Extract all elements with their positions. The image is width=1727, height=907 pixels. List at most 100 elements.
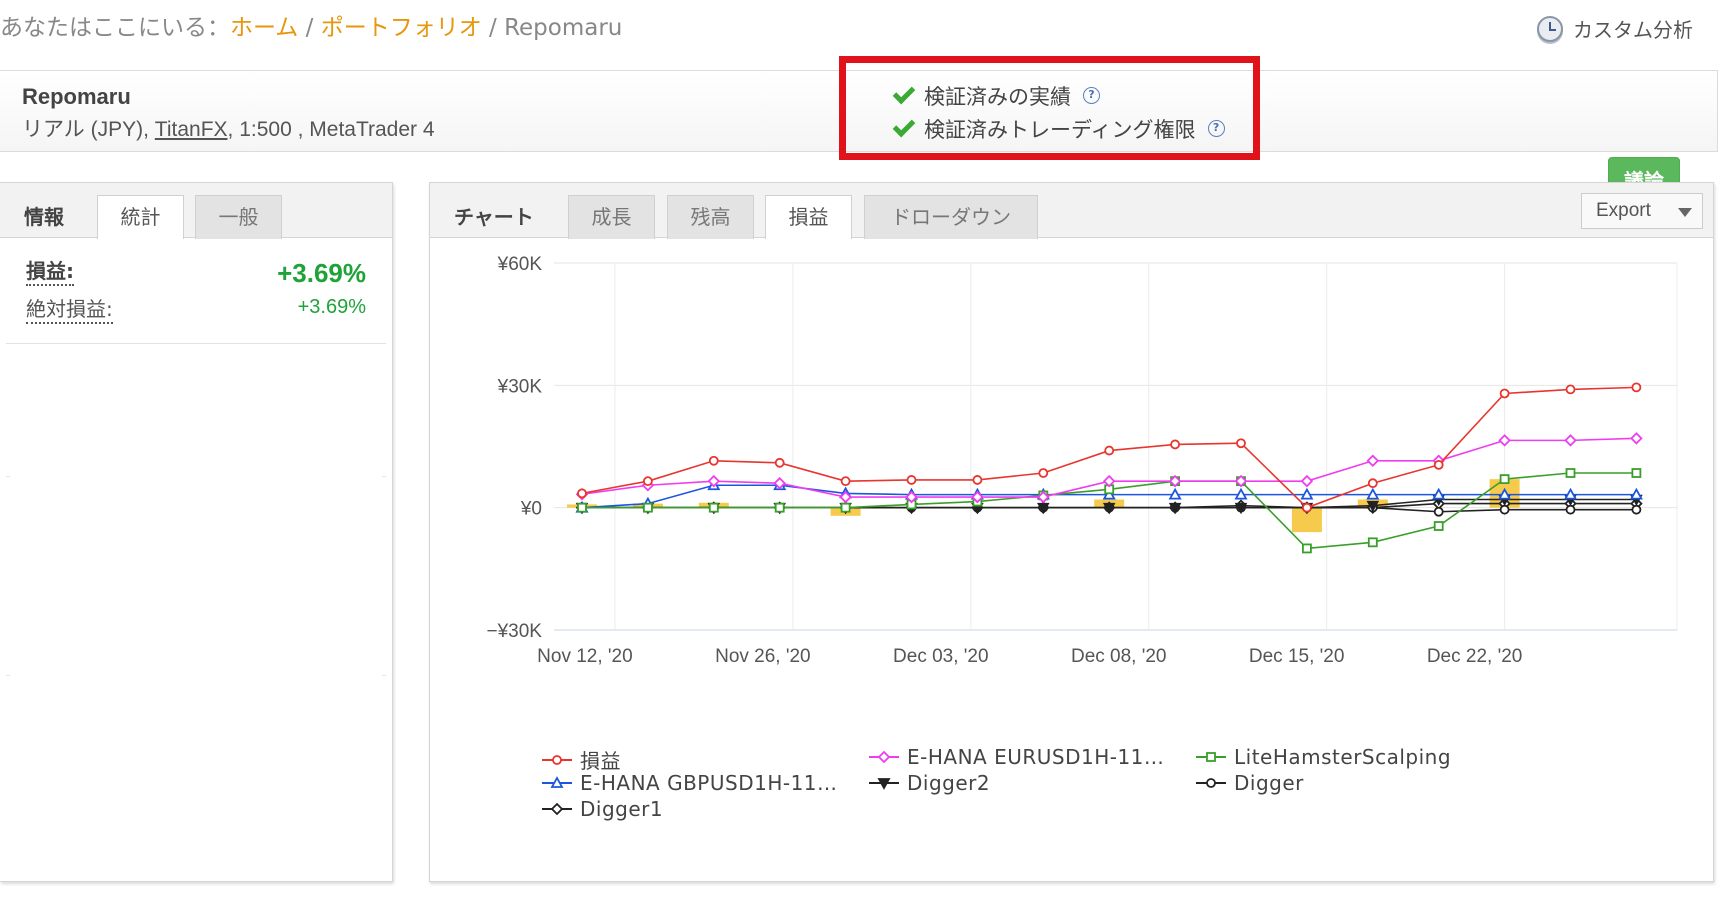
tab-general[interactable]: 一般 — [195, 195, 282, 239]
data-point — [1565, 468, 1576, 478]
data-point — [1367, 537, 1378, 548]
legend-item[interactable]: LiteHamsterScalping — [1196, 745, 1451, 769]
legend-marker — [877, 778, 891, 790]
data-point — [1631, 468, 1642, 478]
x-tick-label: Nov 12, '20 — [537, 646, 633, 667]
data-point — [1564, 434, 1577, 447]
legend-label: E-HANA GBPUSD1H-11… — [580, 771, 838, 795]
data-point — [1432, 487, 1446, 500]
data-point — [1302, 502, 1312, 513]
data-point — [1631, 504, 1642, 515]
stat-label[interactable]: 絶対損益: — [26, 296, 113, 324]
x-tick-label: Dec 15, '20 — [1249, 646, 1345, 667]
data-point — [1498, 434, 1511, 447]
clock-icon — [1537, 15, 1563, 42]
account-type: リアル (JPY), — [22, 118, 155, 141]
legend-label: Digger — [1234, 771, 1304, 795]
data-point — [708, 455, 719, 466]
custom-analysis-label: カスタム分析 — [1573, 18, 1693, 42]
breadcrumb-separator: / — [489, 15, 497, 41]
data-point — [1565, 384, 1576, 395]
stat-row-profit: 損益: +3.69% — [0, 258, 392, 296]
legend-symbol — [1196, 778, 1226, 788]
data-point — [972, 475, 983, 485]
account-details: リアル (JPY), TitanFX, 1:500 , MetaTrader 4 — [22, 113, 435, 143]
data-point — [1168, 487, 1182, 500]
legend-marker — [877, 750, 891, 764]
stat-value: +3.69% — [277, 258, 366, 288]
data-point — [642, 476, 653, 487]
stat-label[interactable]: 損益: — [26, 258, 74, 286]
data-point — [1629, 487, 1643, 500]
divider — [6, 675, 10, 676]
broker-link[interactable]: TitanFX — [155, 118, 228, 141]
data-point — [774, 457, 785, 468]
data-point — [642, 502, 653, 513]
legend-symbol — [869, 750, 899, 764]
data-point — [1170, 439, 1180, 450]
data-point — [774, 502, 785, 513]
legend-item[interactable]: 損益 — [542, 745, 621, 774]
x-tick-label: Dec 03, '20 — [893, 646, 989, 667]
account-name: Repomaru — [22, 84, 131, 109]
legend-marker — [1206, 778, 1216, 788]
legend-marker — [552, 754, 562, 765]
breadcrumb: あなたはここにいる：ホーム / ポートフォリオ / Repomaru — [0, 8, 622, 42]
stat-row-absolute-profit: 絶対損益: +3.69% — [0, 296, 392, 334]
chart-panel: チャート 成長 残高 損益 ドローダウン Export ¥60K ¥30K ¥0 −¥… — [429, 182, 1714, 882]
legend-item[interactable]: Digger2 — [869, 771, 990, 795]
legend-marker — [550, 776, 564, 788]
y-tick-label: ¥60K — [497, 254, 543, 275]
legend-label: E-HANA EURUSD1H-11… — [907, 745, 1165, 769]
data-point — [1499, 504, 1510, 515]
info-panel-header: 情報 統計 一般 — [0, 183, 392, 239]
legend-item[interactable]: E-HANA GBPUSD1H-11… — [542, 771, 838, 795]
data-point — [906, 475, 917, 485]
data-point — [1234, 487, 1248, 500]
divider — [382, 675, 386, 676]
data-point — [1366, 454, 1380, 468]
data-point — [1565, 504, 1576, 515]
stat-value: +3.69% — [297, 296, 366, 318]
info-panel: 情報 統計 一般 損益: +3.69% 絶対損益: +3.69% — [0, 182, 393, 882]
legend-symbol — [542, 776, 572, 788]
divider — [6, 476, 10, 477]
breadcrumb-separator: / — [305, 15, 314, 41]
y-tick-label: −¥30K — [487, 621, 543, 642]
x-tick-label: Nov 26, '20 — [715, 646, 811, 667]
tab-stats[interactable]: 統計 — [97, 195, 184, 239]
legend-label: Digger2 — [907, 771, 991, 795]
data-point — [1433, 521, 1444, 531]
legend-item[interactable]: Digger1 — [542, 797, 663, 821]
y-tick-label: ¥30K — [497, 376, 543, 397]
data-point — [1367, 478, 1378, 489]
data-point — [1038, 468, 1049, 478]
legend-marker — [1206, 752, 1216, 762]
legend-symbol — [542, 754, 572, 765]
profit-chart: ¥60K ¥30K ¥0 −¥30K Nov 12, '20 Nov 26, '20 Dec… — [487, 254, 1678, 667]
legend-marker — [550, 802, 564, 816]
x-tick-label: Dec 22, '20 — [1427, 646, 1523, 667]
data-point — [577, 488, 587, 499]
data-point — [577, 502, 587, 513]
custom-analysis-link[interactable]: カスタム分析 — [1537, 14, 1693, 43]
x-tick-label: Dec 08, '20 — [1071, 646, 1167, 667]
data-point — [1631, 382, 1642, 393]
highlight-box — [839, 56, 1260, 160]
y-tick-label: ¥0 — [520, 499, 542, 520]
data-point — [1499, 388, 1510, 399]
data-point — [840, 476, 851, 487]
legend-label: LiteHamsterScalping — [1234, 745, 1452, 769]
legend-item[interactable]: Digger — [1196, 771, 1304, 795]
breadcrumb-prefix: あなたはここにいる： — [0, 15, 230, 41]
data-point — [1302, 543, 1312, 554]
data-point — [1563, 487, 1578, 500]
data-point — [708, 502, 719, 513]
legend-item[interactable]: E-HANA EURUSD1H-11… — [869, 745, 1164, 769]
breadcrumb-home-link[interactable]: ホーム — [230, 15, 298, 41]
legend-symbol — [1196, 752, 1226, 762]
legend-label: Digger1 — [580, 797, 664, 821]
breadcrumb-current: Repomaru — [504, 15, 623, 41]
data-point — [840, 502, 851, 513]
breadcrumb-portfolio-link[interactable]: ポートフォリオ — [321, 15, 482, 41]
